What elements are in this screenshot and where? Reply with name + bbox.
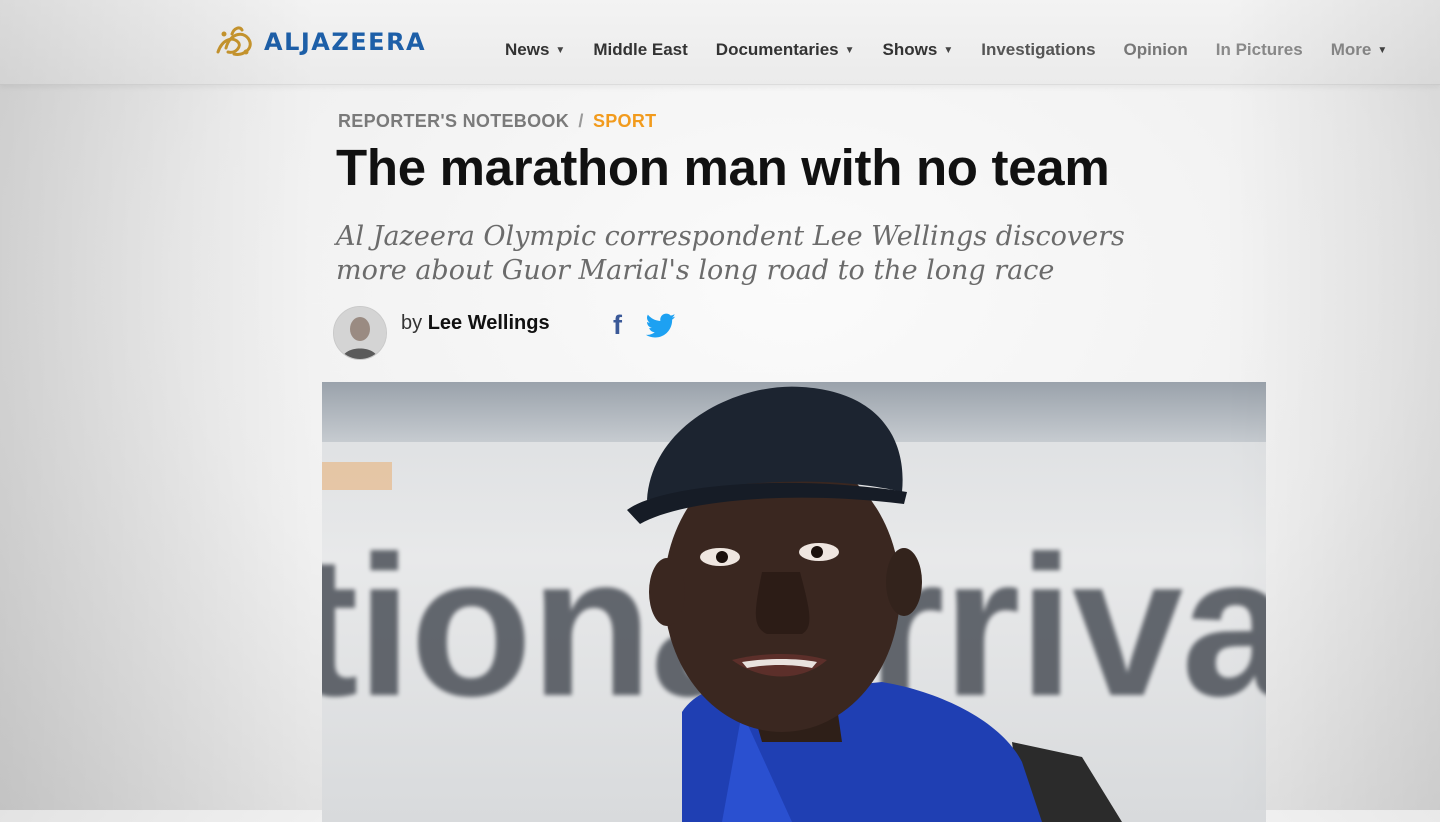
nav-item-label: Shows — [882, 40, 938, 59]
runner-portrait — [627, 386, 1122, 822]
nav-item-more[interactable]: More ▼ — [1331, 40, 1388, 60]
nav-item-news[interactable]: News ▼ — [505, 40, 565, 60]
nav-item-label: Investigations — [981, 40, 1096, 59]
nav-item-label: Opinion — [1123, 40, 1188, 59]
article-headline: The marathon man with no team — [336, 139, 1110, 196]
article-standfirst: Al Jazeera Olympic correspondent Lee Wel… — [336, 221, 1125, 286]
eyebrow-separator: / — [578, 111, 584, 131]
chevron-down-icon: ▼ — [844, 44, 855, 56]
author-link[interactable]: Lee Wellings — [428, 312, 550, 334]
nav-item-middle-east[interactable]: Middle East — [593, 40, 687, 60]
nav-item-investigations[interactable]: Investigations — [981, 40, 1095, 60]
nav-item-label: In Pictures — [1215, 40, 1303, 59]
facebook-icon[interactable]: f — [613, 310, 622, 341]
section-link[interactable]: REPORTER'S NOTEBOOK — [338, 111, 569, 131]
nav-item-label: Middle East — [593, 40, 688, 59]
nav-item-label: More — [1330, 40, 1372, 59]
nav-item-opinion[interactable]: Opinion — [1124, 40, 1188, 60]
chevron-down-icon: ▼ — [1377, 44, 1388, 56]
category-link[interactable]: SPORT — [593, 111, 657, 131]
main-nav: News ▼ Middle East Documentaries ▼ Shows… — [505, 40, 1415, 60]
nav-item-label: Documentaries — [715, 40, 839, 59]
logo-text: ALJAZEERA — [264, 28, 427, 56]
chevron-down-icon: ▼ — [555, 44, 566, 56]
nav-item-label: News — [505, 40, 550, 59]
nav-item-documentaries[interactable]: Documentaries ▼ — [716, 40, 855, 60]
byline-text: by Lee Wellings — [401, 312, 550, 335]
byline-prefix: by — [401, 311, 423, 334]
byline: by Lee Wellings — [333, 306, 550, 360]
chevron-down-icon: ▼ — [943, 44, 954, 56]
author-portrait-icon — [334, 307, 386, 359]
author-avatar[interactable] — [333, 306, 387, 360]
nav-item-in-pictures[interactable]: In Pictures — [1216, 40, 1303, 60]
share-buttons: f — [613, 310, 676, 341]
hero-image: tional rriva — [322, 382, 1266, 822]
nav-item-shows[interactable]: Shows ▼ — [883, 40, 954, 60]
site-header: ALJAZEERA News ▼ Middle East Documentari… — [0, 0, 1440, 85]
aljazeera-emblem-icon — [216, 26, 252, 56]
article-eyebrow: REPORTER'S NOTEBOOK / SPORT — [338, 111, 656, 132]
site-logo[interactable]: ALJAZEERA — [212, 22, 426, 62]
twitter-icon[interactable] — [646, 313, 676, 339]
